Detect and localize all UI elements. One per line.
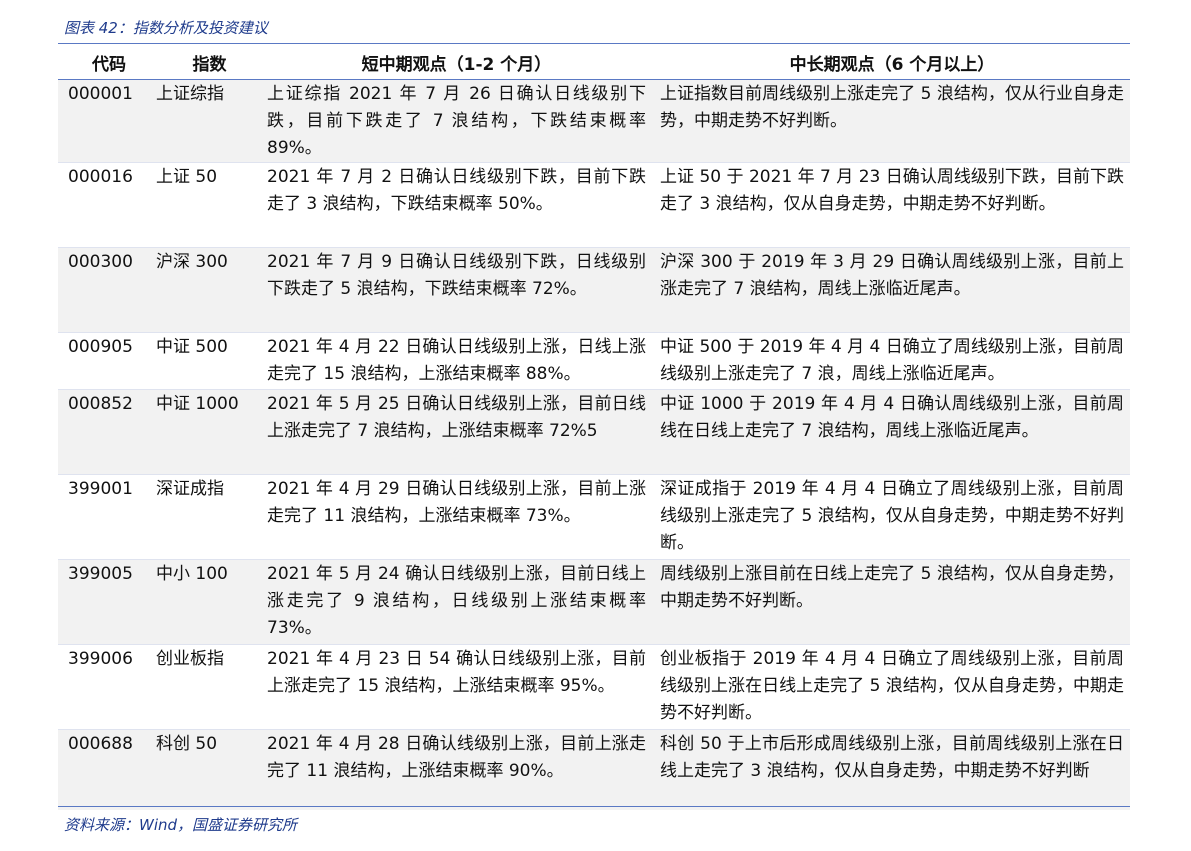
table-top-rule	[58, 43, 1130, 44]
cell-code: 000852	[68, 394, 133, 414]
header-short-term: 短中期观点（1-2 个月）	[361, 54, 552, 75]
table-row: 399005 中小 100 2021 年 5 月 24 确认日线级别上涨，目前日…	[58, 560, 1130, 645]
cell-long-term: 上证 50 于 2021 年 7 月 23 日确认周线级别下跌，目前下跌走了 3…	[660, 167, 1124, 214]
cell-long-term: 中证 1000 于 2019 年 4 月 4 日确认周线级别上涨，目前周线在日线…	[660, 394, 1124, 441]
cell-code: 399001	[68, 479, 133, 499]
table-row: 000688 科创 50 2021 年 4 月 28 日确认线级别上涨，目前上涨…	[58, 730, 1130, 810]
cell-long-term: 上证指数目前周线级别上涨走完了 5 浪结构，仅从行业自身走势，中期走势不好判断。	[660, 84, 1124, 131]
table-row: 000016 上证 50 2021 年 7 月 2 日确认日线级别下跌，目前下跌…	[58, 163, 1130, 248]
source-note: 资料来源：Wind，国盛证券研究所	[64, 816, 298, 834]
cell-index: 中证 1000	[156, 394, 239, 414]
cell-long-term: 深证成指于 2019 年 4 月 4 日确立了周线级别上涨，目前周线级别上涨走完…	[660, 479, 1124, 553]
cell-long-term: 中证 500 于 2019 年 4 月 4 日确立了周线级别上涨，目前周线级别上…	[660, 337, 1124, 384]
cell-index: 中证 500	[156, 337, 228, 357]
figure-caption: 图表 42：指数分析及投资建议	[64, 19, 268, 37]
cell-code: 399005	[68, 564, 133, 584]
table-bottom-rule	[58, 806, 1130, 807]
cell-code: 000300	[68, 252, 133, 272]
cell-code: 000016	[68, 167, 133, 187]
table-row: 399006 创业板指 2021 年 4 月 23 日 54 确认日线级别上涨，…	[58, 645, 1130, 730]
cell-long-term: 创业板指于 2019 年 4 月 4 日确立了周线级别上涨，目前周线级别上涨在日…	[660, 649, 1124, 723]
cell-index: 科创 50	[156, 734, 218, 754]
table-row: 000001 上证综指 上证综指 2021 年 7 月 26 日确认日线级别下跌…	[58, 80, 1130, 163]
cell-code: 000001	[68, 84, 133, 104]
cell-index: 中小 100	[156, 564, 228, 584]
cell-index: 沪深 300	[156, 252, 228, 272]
cell-index: 上证综指	[156, 84, 224, 104]
cell-short-term: 2021 年 7 月 2 日确认日线级别下跌，目前下跌走了 3 浪结构，下跌结束…	[267, 167, 646, 214]
cell-short-term: 2021 年 5 月 24 确认日线级别上涨，目前日线上涨走完了 9 浪结构，日…	[267, 564, 646, 638]
index-analysis-table: 代码 指数 短中期观点（1-2 个月） 中长期观点（6 个月以上） 000001…	[58, 45, 1130, 810]
cell-index: 深证成指	[156, 479, 224, 499]
table-row: 000905 中证 500 2021 年 4 月 22 日确认日线级别上涨，日线…	[58, 333, 1130, 390]
cell-code: 399006	[68, 649, 133, 669]
cell-short-term: 2021 年 7 月 9 日确认日线级别下跌，日线级别下跌走了 5 浪结构，下跌…	[267, 252, 646, 299]
table-header-row: 代码 指数 短中期观点（1-2 个月） 中长期观点（6 个月以上）	[58, 45, 1130, 80]
table-row: 000300 沪深 300 2021 年 7 月 9 日确认日线级别下跌，日线级…	[58, 248, 1130, 333]
header-code: 代码	[92, 54, 126, 75]
cell-index: 上证 50	[156, 167, 218, 187]
table-row: 000852 中证 1000 2021 年 5 月 25 日确认日线级别上涨，目…	[58, 390, 1130, 475]
cell-long-term: 科创 50 于上市后形成周线级别上涨，目前周线级别上涨在日线上走完了 3 浪结构…	[660, 734, 1124, 781]
header-index: 指数	[192, 54, 227, 75]
cell-short-term: 2021 年 4 月 29 日确认日线级别上涨，目前上涨走完了 11 浪结构，上…	[267, 479, 646, 526]
cell-short-term: 2021 年 4 月 23 日 54 确认日线级别上涨，目前上涨走完了 15 浪…	[267, 649, 646, 696]
cell-long-term: 周线级别上涨目前在日线上走完了 5 浪结构，仅从自身走势，中期走势不好判断。	[660, 564, 1124, 611]
cell-long-term: 沪深 300 于 2019 年 3 月 29 日确认周线级别上涨，目前上涨走完了…	[660, 252, 1124, 299]
header-long-term: 中长期观点（6 个月以上）	[789, 54, 995, 75]
cell-short-term: 上证综指 2021 年 7 月 26 日确认日线级别下跌，目前下跌走了 7 浪结…	[267, 84, 646, 158]
cell-index: 创业板指	[156, 649, 224, 669]
cell-code: 000688	[68, 734, 133, 754]
cell-short-term: 2021 年 4 月 28 日确认线级别上涨，目前上涨走完了 11 浪结构，上涨…	[267, 734, 646, 781]
table-row: 399001 深证成指 2021 年 4 月 29 日确认日线级别上涨，目前上涨…	[58, 475, 1130, 560]
cell-short-term: 2021 年 4 月 22 日确认日线级别上涨，日线上涨走完了 15 浪结构，上…	[267, 337, 646, 384]
cell-short-term: 2021 年 5 月 25 日确认日线级别上涨，目前日线上涨走完了 7 浪结构，…	[267, 394, 646, 441]
cell-code: 000905	[68, 337, 133, 357]
